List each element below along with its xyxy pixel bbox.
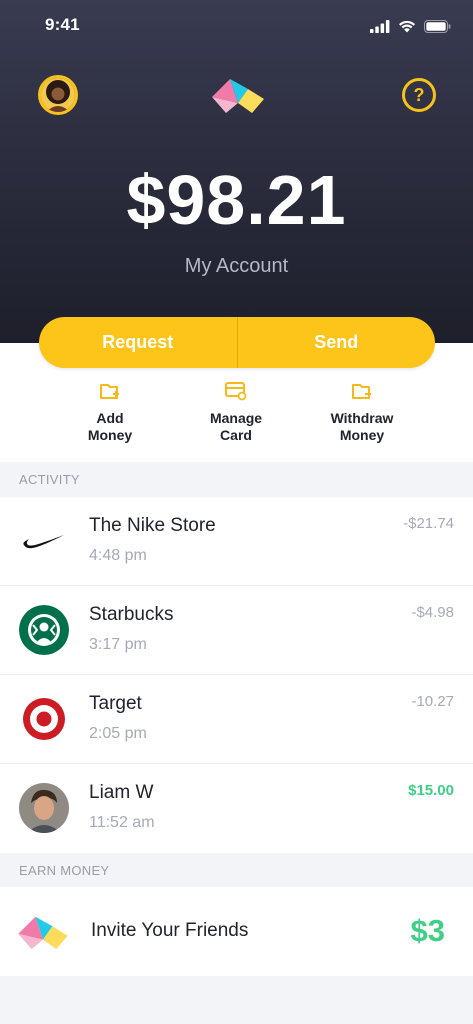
manage-card-label-2: Card (220, 427, 252, 443)
transaction-name: The Nike Store (89, 515, 216, 536)
status-icons (370, 20, 451, 33)
invite-friends-label: Invite Your Friends (91, 920, 249, 941)
status-bar: 9:41 (0, 0, 473, 50)
target-logo-icon (19, 694, 69, 744)
add-money-button[interactable]: Add Money (55, 378, 165, 444)
transaction-row[interactable]: The Nike Store 4:48 pm -$21.74 (0, 497, 473, 586)
earn-section-title: EARN MONEY (19, 863, 110, 878)
transaction-name: Liam W (89, 782, 154, 803)
profile-avatar-image (41, 78, 75, 112)
request-button[interactable]: Request (39, 317, 237, 368)
app-logo-icon (18, 916, 68, 950)
transaction-row[interactable]: Target 2:05 pm -10.27 (0, 675, 473, 764)
manage-card-icon (225, 382, 247, 401)
status-time: 9:41 (45, 15, 80, 34)
profile-avatar[interactable] (38, 75, 78, 115)
account-header: 9:41 ? $98.21 My Account (0, 0, 473, 343)
add-money-label-2: Money (87, 427, 133, 443)
signal-icon (370, 20, 390, 33)
activity-section-header: ACTIVITY (0, 462, 473, 498)
earn-section-header: EARN MONEY (0, 853, 473, 889)
manage-card-button[interactable]: Manage Card (181, 378, 291, 444)
battery-icon (424, 20, 451, 33)
transaction-time: 4:48 pm (89, 547, 147, 564)
transaction-amount: -10.27 (411, 693, 454, 710)
invite-friends-row[interactable]: Invite Your Friends $3 (0, 887, 473, 976)
transaction-amount: -$21.74 (403, 515, 454, 532)
help-button[interactable]: ? (402, 78, 436, 112)
activity-section-title: ACTIVITY (19, 472, 80, 487)
withdraw-money-button[interactable]: Withdraw Money (307, 378, 417, 444)
withdraw-money-icon (352, 384, 371, 399)
add-money-icon (100, 384, 119, 399)
account-label: My Account (184, 255, 289, 277)
transaction-name: Target (89, 693, 142, 714)
transaction-time: 3:17 pm (89, 636, 147, 653)
liam-avatar (19, 783, 69, 833)
app-logo-icon (212, 79, 264, 113)
transaction-time: 2:05 pm (89, 725, 147, 742)
transaction-amount: $15.00 (408, 782, 454, 799)
manage-card-label-1: Manage (209, 410, 263, 426)
send-button[interactable]: Send (238, 317, 436, 368)
wifi-icon (399, 20, 415, 33)
transaction-name: Starbucks (89, 604, 174, 625)
nike-logo-icon (19, 516, 69, 566)
starbucks-logo-icon (19, 605, 69, 655)
transaction-time: 11:52 am (89, 814, 155, 831)
transaction-row[interactable]: Starbucks 3:17 pm -$4.98 (0, 586, 473, 675)
invite-reward: $3 (410, 913, 445, 948)
withdraw-money-label-2: Money (339, 427, 385, 443)
request-send-bar: Request Send (39, 317, 435, 368)
transaction-amount: -$4.98 (411, 604, 454, 621)
withdraw-money-label-1: Withdraw (330, 410, 394, 426)
transaction-row[interactable]: Liam W 11:52 am $15.00 (0, 764, 473, 853)
account-balance: $98.21 (126, 161, 347, 239)
add-money-label-1: Add (96, 410, 124, 426)
